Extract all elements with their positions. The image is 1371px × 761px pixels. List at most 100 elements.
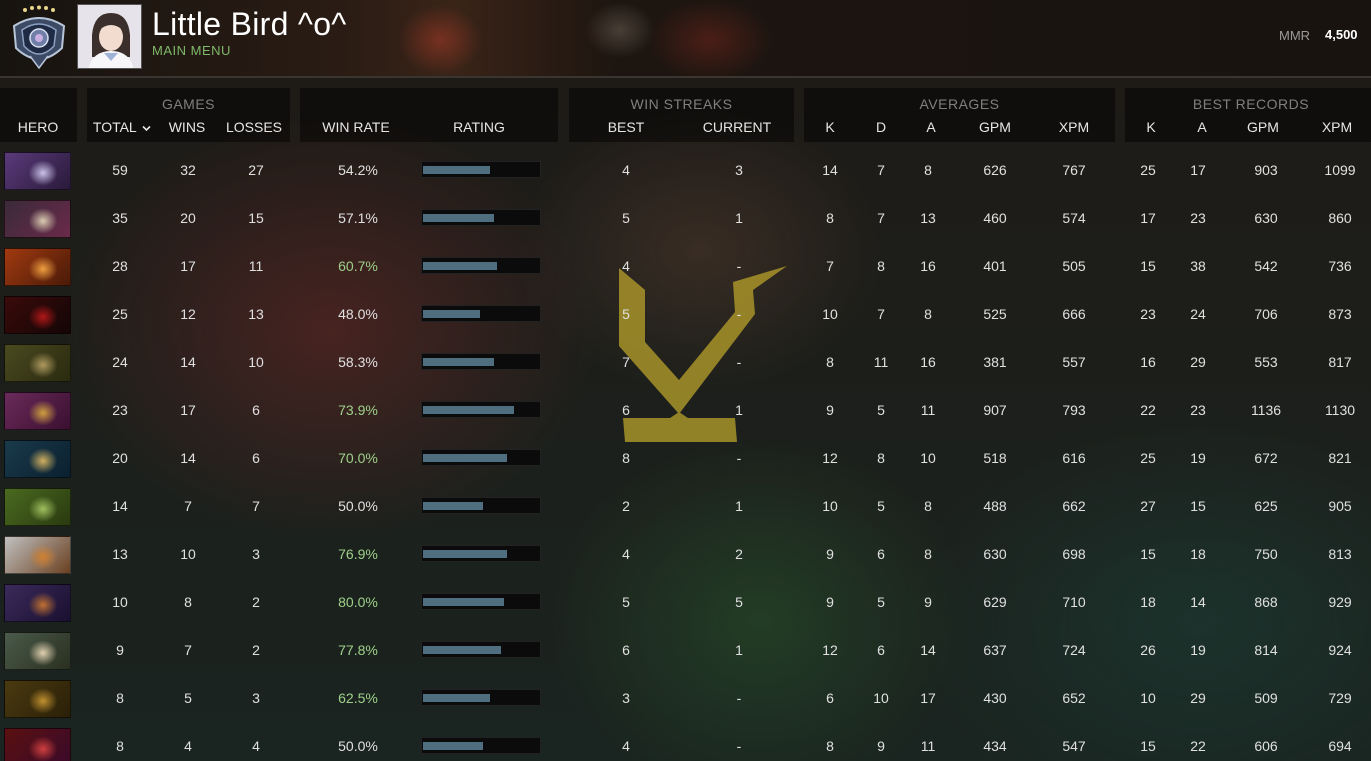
rating-bar xyxy=(421,449,541,466)
column-avg-gpm[interactable]: GPM xyxy=(970,119,1020,135)
table-row[interactable]: 25 12 13 5 - 10 7 8 525 666 23 24 706 873 48.0% xyxy=(0,294,1371,342)
current-streak-cell: - xyxy=(736,690,742,706)
table-row[interactable]: 28 17 11 4 - 7 8 16 401 505 15 38 542 736 60.7% xyxy=(0,246,1371,294)
hero-portrait[interactable] xyxy=(4,152,71,190)
best-gpm-cell: 1136 xyxy=(1250,402,1282,418)
main-menu-link[interactable]: MAIN MENU xyxy=(152,43,231,58)
best-assists-cell: 23 xyxy=(1190,210,1206,226)
best-kills-cell: 27 xyxy=(1140,498,1156,514)
best-assists-cell: 38 xyxy=(1190,258,1206,274)
table-row[interactable]: 23 17 6 6 1 9 5 11 907 793 22 23 1136 1130 73.9% xyxy=(0,390,1371,438)
column-win-rate[interactable]: WIN RATE xyxy=(311,119,401,135)
hero-portrait[interactable] xyxy=(4,344,71,382)
best-streak-cell: 4 xyxy=(622,738,630,754)
table-row[interactable]: 9 7 2 6 1 12 6 14 637 724 26 19 814 924 77.8% xyxy=(0,630,1371,678)
total-games-cell: 8 xyxy=(116,690,124,706)
column-avg-kills[interactable]: K xyxy=(815,119,845,135)
column-best-streak[interactable]: BEST xyxy=(596,119,656,135)
losses-cell: 7 xyxy=(252,498,260,514)
avg-kills-cell: 6 xyxy=(826,690,834,706)
win-rate-cell: 62.5% xyxy=(338,690,378,706)
rating-bar-fill xyxy=(423,406,514,414)
table-row[interactable]: 10 8 2 5 5 9 5 9 629 710 18 14 868 929 80.0% xyxy=(0,582,1371,630)
hero-portrait[interactable] xyxy=(4,248,71,286)
table-row[interactable]: 14 7 7 2 1 10 5 8 488 662 27 15 625 905 50.0% xyxy=(0,486,1371,534)
best-xpm-cell: 1130 xyxy=(1324,402,1356,418)
wins-cell: 7 xyxy=(184,498,192,514)
current-streak-cell: 1 xyxy=(735,642,743,658)
column-total[interactable]: TOTAL xyxy=(88,119,156,135)
column-total-label: TOTAL xyxy=(92,119,137,135)
best-kills-cell: 18 xyxy=(1140,594,1156,610)
table-row[interactable]: 59 32 27 4 3 14 7 8 626 767 25 17 903 1099 54.2% xyxy=(0,150,1371,198)
avg-gpm-cell: 401 xyxy=(983,258,1007,274)
avg-xpm-cell: 557 xyxy=(1062,354,1086,370)
column-losses[interactable]: LOSSES xyxy=(222,119,286,135)
avg-gpm-cell: 434 xyxy=(983,738,1007,754)
win-rate-cell: 76.9% xyxy=(338,546,378,562)
losses-cell: 2 xyxy=(252,594,260,610)
best-xpm-cell: 821 xyxy=(1328,450,1352,466)
win-rate-cell: 77.8% xyxy=(338,642,378,658)
hero-portrait[interactable] xyxy=(4,392,71,430)
best-gpm-cell: 625 xyxy=(1254,498,1278,514)
rating-bar-fill xyxy=(423,262,497,270)
hero-portrait[interactable] xyxy=(4,632,71,670)
column-best-kills[interactable]: K xyxy=(1136,119,1166,135)
column-avg-xpm[interactable]: XPM xyxy=(1049,119,1099,135)
avg-xpm-cell: 616 xyxy=(1062,450,1086,466)
best-gpm-cell: 606 xyxy=(1254,738,1278,754)
table-row[interactable]: 13 10 3 4 2 9 6 8 630 698 15 18 750 813 76.9% xyxy=(0,534,1371,582)
column-avg-deaths[interactable]: D xyxy=(866,119,896,135)
table-row[interactable]: 8 5 3 3 - 6 10 17 430 652 10 29 509 729 62.5% xyxy=(0,678,1371,726)
column-current-streak[interactable]: CURRENT xyxy=(695,119,779,135)
hero-portrait[interactable] xyxy=(4,584,71,622)
hero-portrait[interactable] xyxy=(4,200,71,238)
best-gpm-cell: 868 xyxy=(1254,594,1278,610)
player-avatar[interactable] xyxy=(77,4,142,69)
best-assists-cell: 18 xyxy=(1190,546,1206,562)
total-games-cell: 23 xyxy=(112,402,128,418)
hero-portrait[interactable] xyxy=(4,728,71,761)
hero-portrait[interactable] xyxy=(4,536,71,574)
avg-xpm-cell: 662 xyxy=(1062,498,1086,514)
best-xpm-cell: 924 xyxy=(1328,642,1352,658)
rating-bar-fill xyxy=(423,310,480,318)
losses-cell: 3 xyxy=(252,546,260,562)
column-rating[interactable]: RATING xyxy=(434,119,524,135)
wins-cell: 7 xyxy=(184,642,192,658)
column-best-gpm[interactable]: GPM xyxy=(1238,119,1288,135)
column-avg-assists[interactable]: A xyxy=(916,119,946,135)
total-games-cell: 13 xyxy=(112,546,128,562)
hero-portrait[interactable] xyxy=(4,488,71,526)
rank-medal-icon xyxy=(12,5,66,70)
best-records-group-label: BEST RECORDS xyxy=(1192,96,1310,112)
best-streak-cell: 3 xyxy=(622,690,630,706)
hero-portrait[interactable] xyxy=(4,680,71,718)
total-games-cell: 10 xyxy=(112,594,128,610)
avg-kills-cell: 8 xyxy=(826,210,834,226)
hero-portrait[interactable] xyxy=(4,296,71,334)
avg-deaths-cell: 11 xyxy=(873,354,889,370)
table-row[interactable]: 24 14 10 7 - 8 11 16 381 557 16 29 553 817 58.3% xyxy=(0,342,1371,390)
win-rate-cell: 50.0% xyxy=(338,738,378,754)
best-streak-cell: 5 xyxy=(622,210,630,226)
best-gpm-cell: 553 xyxy=(1254,354,1278,370)
avg-xpm-cell: 505 xyxy=(1062,258,1086,274)
best-kills-cell: 25 xyxy=(1140,450,1156,466)
column-wins[interactable]: WINS xyxy=(155,119,219,135)
avg-deaths-cell: 5 xyxy=(877,594,885,610)
wins-cell: 4 xyxy=(184,738,192,754)
averages-group-label: AVERAGES xyxy=(919,96,1000,112)
avg-assists-cell: 16 xyxy=(920,258,936,274)
table-row[interactable]: 35 20 15 5 1 8 7 13 460 574 17 23 630 860 57.1% xyxy=(0,198,1371,246)
column-best-xpm[interactable]: XPM xyxy=(1312,119,1362,135)
current-streak-cell: - xyxy=(736,306,742,322)
table-row[interactable]: 20 14 6 8 - 12 8 10 518 616 25 19 672 821 70.0% xyxy=(0,438,1371,486)
win-rate-cell: 50.0% xyxy=(338,498,378,514)
hero-portrait[interactable] xyxy=(4,440,71,478)
column-best-assists[interactable]: A xyxy=(1187,119,1217,135)
table-row[interactable]: 8 4 4 4 - 8 9 11 434 547 15 22 606 694 50.0% xyxy=(0,726,1371,761)
column-hero[interactable]: HERO xyxy=(8,119,68,135)
avg-kills-cell: 12 xyxy=(822,450,838,466)
